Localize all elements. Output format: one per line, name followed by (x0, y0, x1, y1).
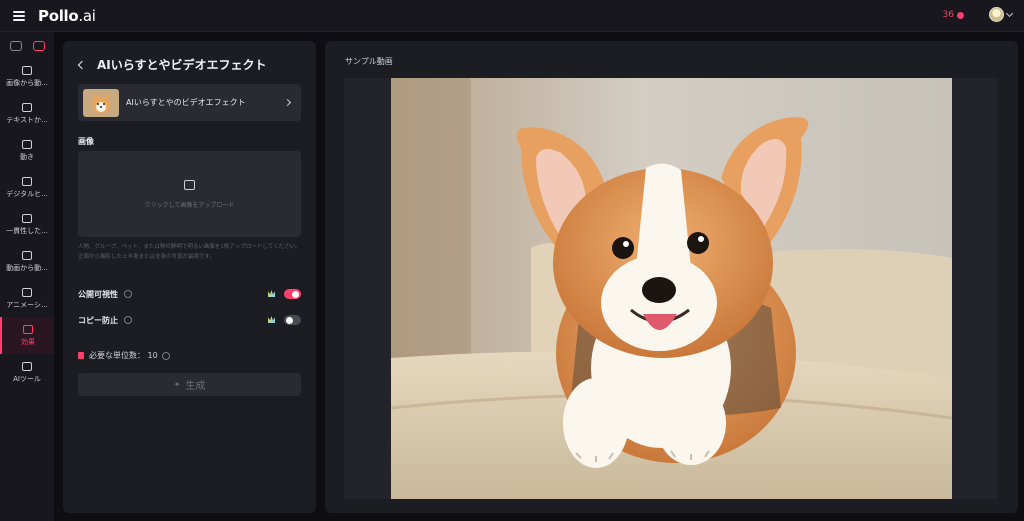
crown-icon (268, 290, 275, 297)
sidebar-item-label: デジタルヒ... (6, 189, 48, 198)
generate-label: 生成 (185, 381, 206, 392)
sidebar-item-icon (22, 287, 32, 297)
sidebar-item-icon (23, 324, 33, 334)
logo[interactable]: Pollo.ai (38, 7, 96, 25)
sidebar-item[interactable]: デジタルヒ... (0, 169, 54, 206)
copy-protection-toggle[interactable] (284, 315, 301, 325)
panel-title: AIいらすとやビデオエフェクト (97, 58, 267, 72)
trash-icon (78, 352, 84, 359)
user-avatar (989, 7, 1004, 22)
preview-title: サンプル動画 (345, 57, 393, 66)
effect-name: AIいらすとやのビデオエフェクト (126, 98, 246, 107)
sparkle-icon: ✦ (173, 380, 181, 389)
sidebar-item[interactable]: テキストか... (0, 95, 54, 132)
sidebar-item[interactable]: 一貫性した... (0, 206, 54, 243)
info-icon[interactable] (124, 290, 132, 298)
sidebar-item-icon (22, 176, 32, 186)
sidebar-item[interactable]: 効果 (0, 317, 54, 354)
generate-button[interactable]: ✦ 生成 (78, 373, 301, 396)
chevron-down-icon (1005, 9, 1014, 17)
effect-settings-panel: AIいらすとやビデオエフェクト AIいらすとやのビデオエフェクト 画像 クリック… (63, 41, 316, 513)
credits-counter[interactable]: 36 (943, 10, 964, 20)
sidebar-item[interactable]: 動き (0, 132, 54, 169)
info-icon[interactable] (124, 316, 132, 324)
sidebar-item-icon (22, 65, 32, 75)
sample-video-frame (391, 78, 952, 499)
sidebar-item-label: 一貫性した... (6, 226, 48, 235)
sidebar-item-icon (22, 139, 32, 149)
public-visibility-label: 公開可視性 (78, 289, 118, 299)
sidebar: 画像から動... テキストか... 動きデジタルヒ... 一貫性した... 動画から動.… (0, 32, 54, 521)
image-mode-icon[interactable] (9, 41, 22, 51)
sidebar-item-icon (22, 213, 32, 223)
units-text: 必要な単位数： 10 (89, 351, 158, 360)
public-visibility-row: 公開可視性 (78, 287, 301, 301)
sidebar-item[interactable]: 画像から動... (0, 58, 54, 95)
video-mode-icon[interactable] (32, 41, 45, 51)
upload-hint: 人物、グループ、ペット、または物の鮮明で明るい画像を1枚アップロードしてください… (78, 244, 301, 260)
info-icon[interactable] (161, 351, 170, 360)
effect-selector[interactable]: AIいらすとやのビデオエフェクト (78, 84, 301, 121)
effect-thumbnail (83, 88, 119, 117)
preview-panel: サンプル動画 (325, 41, 1018, 513)
sidebar-item-label: 効果 (21, 337, 35, 346)
crown-icon (268, 316, 275, 323)
sample-video-player[interactable] (344, 78, 998, 499)
sidebar-item-label: AIツール (13, 374, 41, 383)
menu-icon[interactable] (13, 10, 25, 21)
sidebar-item-label: 画像から動... (6, 78, 48, 87)
sidebar-item[interactable]: AIツール (0, 354, 54, 391)
sidebar-item[interactable]: アニメーシ... (0, 280, 54, 317)
sidebar-item-icon (22, 102, 32, 112)
chevron-right-icon (283, 98, 292, 107)
top-bar: Pollo.ai 36 (0, 0, 1024, 32)
image-upload-area[interactable]: クリックして画像をアップロード (78, 151, 301, 237)
sidebar-item-label: 動き (20, 152, 34, 161)
user-menu[interactable] (989, 7, 1014, 22)
image-section-label: 画像 (78, 137, 94, 146)
credit-icon (957, 11, 964, 19)
sidebar-item-label: テキストか... (6, 115, 48, 124)
back-chevron-icon[interactable] (77, 60, 87, 69)
upload-text: クリックして画像をアップロード (144, 202, 235, 209)
required-units: 必要な単位数： 10 (78, 350, 170, 361)
sidebar-item-label: 動画から動... (6, 263, 48, 272)
sidebar-item-icon (22, 361, 32, 371)
sidebar-item-icon (22, 250, 32, 260)
copy-protection-label: コピー防止 (78, 315, 118, 325)
upload-image-icon (184, 180, 195, 190)
copy-protection-row: コピー防止 (78, 313, 301, 327)
sidebar-item-label: アニメーシ... (6, 300, 48, 309)
sidebar-item[interactable]: 動画から動... (0, 243, 54, 280)
public-visibility-toggle[interactable] (284, 289, 301, 299)
